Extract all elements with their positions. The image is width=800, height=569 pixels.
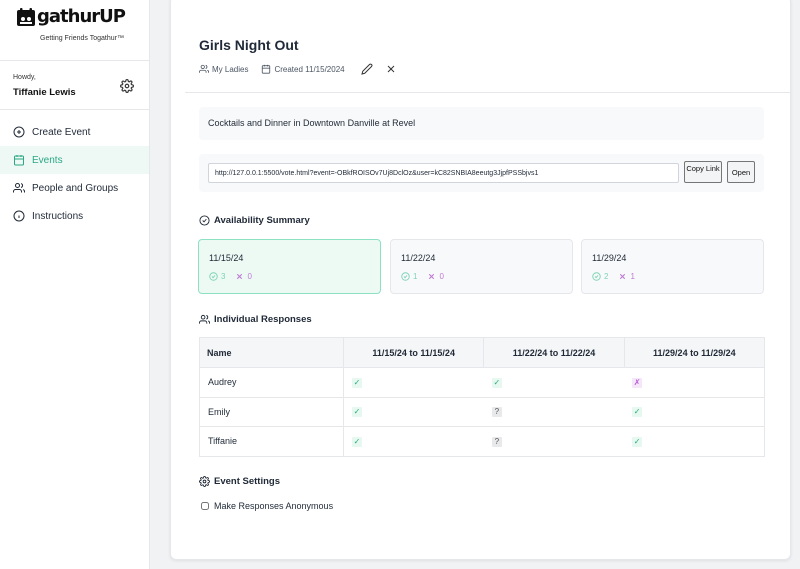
copy-link-button[interactable]: Copy Link <box>684 161 722 183</box>
responses-table: Name 11/15/24 to 11/15/24 11/22/24 to 11… <box>199 337 766 457</box>
table-row: Tiffanie ✓ ? ✓ <box>199 426 765 457</box>
check-circle-icon <box>199 215 210 226</box>
availability-card[interactable]: 11/22/24 1 0 <box>390 239 573 294</box>
anonymous-setting[interactable]: Make Responses Anonymous <box>201 501 333 511</box>
event-card: Girls Night Out My Ladies Created 11/15/… <box>170 0 791 560</box>
check-circle-icon <box>401 272 410 281</box>
anonymous-label: Make Responses Anonymous <box>214 501 334 511</box>
response-mark: ✓ <box>491 377 502 388</box>
response-mark: ✓ <box>352 436 362 447</box>
check-circle-icon <box>209 272 218 281</box>
x-icon <box>429 273 435 280</box>
event-created: Created 11/15/2024 <box>274 64 345 74</box>
response-mark: ✗ <box>632 377 643 388</box>
x-icon <box>237 273 243 280</box>
greeting: Howdy, <box>13 74 36 81</box>
nav-events[interactable]: Events <box>0 146 149 174</box>
availability-date: 11/22/24 <box>401 253 436 263</box>
user-panel: Howdy, Tiffanie Lewis <box>0 60 149 110</box>
response-mark: ? <box>491 407 502 418</box>
event-meta: My Ladies Created 11/15/2024 <box>199 63 397 75</box>
section-title: Individual Responses <box>214 314 312 325</box>
response-mark: ✓ <box>632 436 643 447</box>
settings-gear-icon[interactable] <box>120 79 134 93</box>
column-header: 11/22/24 to 11/22/24 <box>483 337 625 368</box>
vote-link-field[interactable]: http://127.0.0.1:5500/vote.html?event=-O… <box>208 163 679 183</box>
users-icon <box>199 314 210 324</box>
users-icon <box>199 64 209 73</box>
no-count: 0 <box>439 272 444 281</box>
responses-heading: Individual Responses <box>199 314 312 325</box>
calendar-icon <box>14 155 24 166</box>
availability-date: 11/29/24 <box>592 253 627 263</box>
edit-pencil-icon[interactable] <box>360 63 373 75</box>
table-row: Emily ✓ ? ✓ <box>199 397 765 427</box>
response-mark: ? <box>491 436 502 447</box>
close-icon[interactable] <box>385 63 397 75</box>
vote-link-panel: http://127.0.0.1:5500/vote.html?event=-O… <box>199 154 764 192</box>
event-title: Girls Night Out <box>199 37 299 53</box>
availability-card[interactable]: 11/15/24 3 0 <box>198 239 381 294</box>
section-title: Availability Summary <box>214 215 310 226</box>
plus-circle-icon <box>13 126 25 138</box>
availability-date: 11/15/24 <box>209 253 244 263</box>
table-row: Audrey ✓ ✓ ✗ <box>199 367 765 398</box>
column-header: 11/29/24 to 11/29/24 <box>623 337 766 368</box>
x-icon <box>620 273 626 280</box>
nav-create-event[interactable]: Create Event <box>0 118 149 146</box>
app-logo[interactable]: gathurUP <box>16 6 126 27</box>
availability-heading: Availability Summary <box>199 215 310 226</box>
no-count: 0 <box>247 272 252 281</box>
user-name: Tiffanie Lewis <box>13 87 76 98</box>
column-header: Name <box>199 337 344 368</box>
yes-count: 2 <box>604 272 609 281</box>
gear-icon <box>199 476 210 487</box>
nav-label: People and Groups <box>32 182 119 194</box>
calendar-logo-icon <box>17 7 35 26</box>
info-icon <box>13 210 25 222</box>
section-title: Event Settings <box>214 476 280 487</box>
response-mark: ✓ <box>352 407 362 418</box>
no-count: 1 <box>630 272 635 281</box>
event-description: Cocktails and Dinner in Downtown Danvill… <box>199 107 764 140</box>
table-header-row: Name 11/15/24 to 11/15/24 11/22/24 to 11… <box>199 337 766 368</box>
yes-count: 3 <box>221 272 226 281</box>
nav-instructions[interactable]: Instructions <box>0 202 149 230</box>
response-mark: ✓ <box>632 407 643 418</box>
event-group: My Ladies <box>212 64 249 74</box>
open-link-button[interactable]: Open <box>727 161 755 183</box>
tagline: Getting Friends Togathur™ <box>40 35 124 42</box>
response-mark: ✓ <box>352 377 362 388</box>
nav-label: Create Event <box>32 126 91 138</box>
sidebar: gathurUP Getting Friends Togathur™ Howdy… <box>0 0 150 569</box>
anonymous-checkbox[interactable] <box>201 502 209 510</box>
divider <box>185 92 791 93</box>
logo-text: gathurUP <box>37 6 126 27</box>
respondent-name: Emily <box>199 397 344 427</box>
yes-count: 1 <box>413 272 418 281</box>
check-circle-icon <box>592 272 601 281</box>
column-header: 11/15/24 to 11/15/24 <box>342 337 485 368</box>
calendar-icon <box>262 64 271 74</box>
nav-label: Events <box>32 154 63 166</box>
respondent-name: Audrey <box>199 367 344 398</box>
respondent-name: Tiffanie <box>199 426 344 457</box>
settings-heading: Event Settings <box>199 476 280 487</box>
nav-label: Instructions <box>32 210 84 222</box>
nav-people-and-groups[interactable]: People and Groups <box>0 174 149 202</box>
availability-card[interactable]: 11/29/24 2 1 <box>581 239 764 294</box>
users-icon <box>13 183 25 193</box>
